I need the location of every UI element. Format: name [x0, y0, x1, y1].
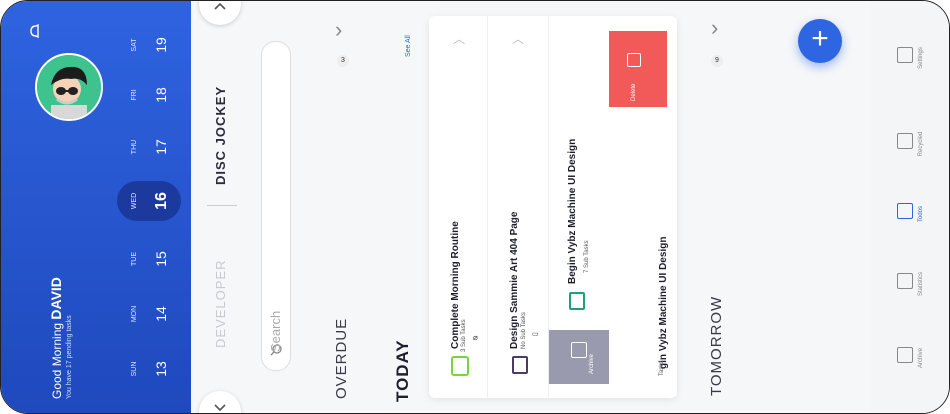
task-subtasks-swiped: Tasks	[659, 360, 665, 376]
nav-item-archive[interactable]: Archive	[889, 331, 935, 391]
task-category-icon	[451, 356, 469, 376]
tomorrow-count: 9	[711, 55, 723, 67]
delete-label: Delete	[631, 83, 637, 101]
calendar-date: 19	[153, 37, 169, 53]
archive-icon	[897, 347, 913, 363]
attachment-icon: ⌀	[473, 333, 478, 342]
calendar-date: 16	[153, 192, 170, 210]
task-item-swiped[interactable]: Delete Archive Begin Vybz Machine UI Des…	[549, 16, 677, 398]
user-name: DAVID	[48, 277, 64, 320]
calendar-day[interactable]: TUE 15	[117, 239, 181, 279]
calendar-date: 15	[153, 251, 169, 267]
today-card: ︿ Complete Morning Routine 3 Sub Tasks ⌀…	[429, 16, 677, 398]
attachment-icon: ▭	[532, 331, 539, 338]
calendar-date: 14	[153, 306, 169, 322]
today-label: TODAY	[393, 339, 412, 402]
calendar-day[interactable]: MON 14	[117, 294, 181, 334]
nav-item-recycled[interactable]: Recycled	[889, 117, 935, 177]
nav-item-statistics[interactable]: Statistics	[889, 257, 935, 317]
archive-icon	[571, 342, 587, 358]
todo-icon	[897, 203, 913, 219]
add-task-button[interactable]: +	[798, 19, 842, 63]
calendar-day-selected[interactable]: WED 16	[117, 181, 181, 221]
nav-item-settings[interactable]: Settings	[889, 31, 935, 91]
nav-label: Todos	[918, 206, 924, 223]
nav-label: Archive	[918, 348, 924, 369]
calendar-dow: MON	[131, 305, 138, 323]
calendar-date: 13	[153, 361, 169, 377]
calendar-dow: WED	[131, 192, 138, 210]
avatar[interactable]	[35, 53, 103, 121]
calendar-dow: SUN	[131, 361, 138, 377]
bell-icon[interactable]	[27, 23, 43, 39]
greeting-block: Good Morning DAVID You have 17 pending t…	[48, 239, 78, 399]
overdue-chevron-icon[interactable]: ›	[335, 17, 342, 43]
tomorrow-chevron-icon[interactable]: ›	[711, 15, 718, 41]
archive-button[interactable]: Archive	[549, 330, 609, 384]
nav-label: Statistics	[918, 272, 924, 297]
task-category-icon	[512, 356, 528, 374]
calendar-day[interactable]: SAT 19	[117, 25, 181, 65]
category-tab-inactive[interactable]: DEVELOPER	[213, 228, 233, 348]
task-item[interactable]: ︿ Complete Morning Routine 3 Sub Tasks ⌀	[429, 16, 488, 398]
archive-label: Archive	[589, 353, 595, 374]
calendar-dow: SAT	[131, 38, 138, 52]
greeting-text: Good Morning	[50, 322, 64, 399]
delete-button[interactable]: Delete	[609, 31, 667, 107]
calendar-day[interactable]: FRI 18	[117, 75, 181, 115]
trash-icon	[627, 53, 641, 67]
category-tab-active[interactable]: DISC JOCKEY	[213, 65, 233, 185]
overdue-label[interactable]: OVERDUE	[333, 299, 353, 399]
nav-label: Settings	[918, 47, 924, 69]
pending-count: You have 17 pending tasks	[66, 315, 73, 399]
task-title-swiped: gin Vybz Machine UI Design	[658, 236, 669, 369]
calendar-day[interactable]: THU 17	[117, 127, 181, 167]
bell-icon	[897, 47, 913, 63]
trash-icon	[897, 133, 913, 149]
calendar-dow: FRI	[131, 89, 138, 101]
calendar-dow: THU	[131, 139, 138, 155]
bottom-nav: Settings Recycled Todos Statistics Archive	[871, 1, 949, 413]
calendar-date: 17	[153, 139, 169, 155]
task-subtasks: 3 Sub Tasks	[461, 319, 467, 352]
scroll-down-button[interactable]	[199, 391, 241, 413]
nav-item-todos[interactable]: Todos	[889, 187, 935, 247]
task-category-icon	[569, 292, 585, 310]
tomorrow-label[interactable]: TOMORROW	[708, 286, 728, 396]
task-subtasks: No Sub Tasks	[521, 312, 527, 349]
calendar-day[interactable]: SUN 13	[117, 349, 181, 389]
profile-panel: Good Morning DAVID You have 17 pending t…	[1, 1, 191, 413]
calendar-date: 18	[153, 87, 169, 103]
chevron-up-icon[interactable]: ︿	[453, 30, 465, 47]
task-title: Begin Vybz Machine UI Design	[567, 138, 578, 284]
nav-label: Recycled	[918, 131, 924, 157]
search-placeholder: Search	[268, 310, 283, 352]
category-divider	[207, 205, 237, 206]
stats-icon	[897, 273, 913, 289]
scroll-up-button[interactable]	[199, 1, 241, 25]
chevron-up-icon[interactable]: ︿	[512, 30, 524, 47]
see-all-link[interactable]: See All	[405, 17, 417, 57]
calendar-dow: TUE	[131, 252, 138, 266]
search-input[interactable]: Search	[261, 41, 291, 371]
task-item[interactable]: ︿ Design Sammie Art 404 Page No Sub Task…	[488, 16, 549, 398]
overdue-count: 3	[337, 55, 349, 67]
app-window: Good Morning DAVID You have 17 pending t…	[0, 0, 950, 414]
task-subtasks: 7 Sub Tasks	[584, 240, 590, 273]
